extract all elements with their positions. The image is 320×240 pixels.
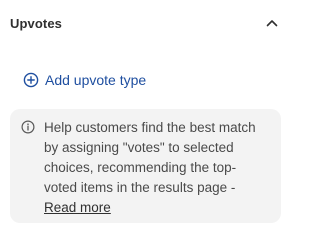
info-line: Help customers find the best match <box>44 120 256 135</box>
upvotes-panel: Upvotes Add upvote type Help customers f… <box>0 0 294 231</box>
chevron-up-icon[interactable] <box>264 15 280 31</box>
info-line: voted items in the results page - <box>44 180 236 195</box>
upvotes-section-header[interactable]: Upvotes <box>10 12 284 34</box>
info-line: by assigning "votes" to selected <box>44 140 234 155</box>
info-icon <box>21 120 35 134</box>
add-upvote-type-button[interactable]: Add upvote type <box>23 70 146 90</box>
info-callout: Help customers find the best match by as… <box>10 109 281 223</box>
info-text: Help customers find the best match by as… <box>44 118 269 223</box>
section-title: Upvotes <box>10 15 62 31</box>
add-upvote-type-label: Add upvote type <box>45 72 147 88</box>
plus-circle-icon <box>23 72 39 88</box>
info-line: choices, recommending the top- <box>44 160 237 175</box>
read-more-link[interactable]: Read more <box>44 200 111 215</box>
